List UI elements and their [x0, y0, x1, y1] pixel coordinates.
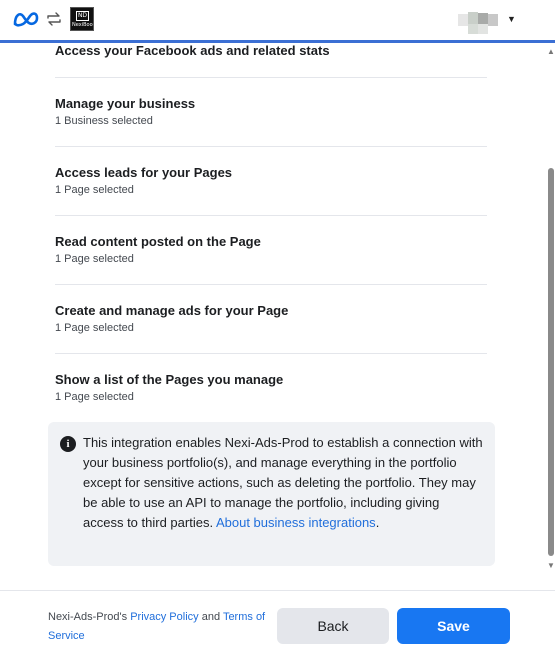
divider: [55, 284, 487, 285]
permission-item: Access leads for your Pages 1 Page selec…: [55, 165, 487, 196]
permission-item: Create and manage ads for your Page 1 Pa…: [55, 303, 487, 334]
permission-title: Access leads for your Pages: [55, 165, 233, 180]
permission-selection: 1 Page selected: [55, 253, 134, 265]
integration-notice: i This integration enables Nexi-Ads-Prod…: [48, 422, 495, 566]
permission-item: Show a list of the Pages you manage 1 Pa…: [55, 372, 487, 403]
divider: [55, 77, 487, 78]
app-logo-text: NexiBook: [72, 22, 94, 28]
permission-title: Access your Facebook ads and related sta…: [55, 43, 330, 58]
info-icon: i: [60, 436, 76, 452]
divider: [55, 215, 487, 216]
app-logo: ND NexiBook: [70, 7, 94, 31]
chevron-down-icon[interactable]: ▼: [507, 14, 516, 24]
permission-item: Manage your business 1 Business selected: [55, 96, 487, 127]
back-button[interactable]: Back: [277, 608, 389, 644]
legal-text: Nexi-Ads-Prod's Privacy Policy and Terms…: [48, 611, 266, 642]
scrollbar-thumb[interactable]: [548, 168, 554, 556]
avatar[interactable]: [458, 10, 504, 34]
divider: [55, 353, 487, 354]
notice-text: This integration enables Nexi-Ads-Prod t…: [83, 435, 483, 530]
about-business-integrations-link[interactable]: About business integrations: [216, 515, 376, 530]
footer-divider: [0, 590, 555, 591]
top-bar: ND NexiBook ▼: [0, 0, 555, 43]
permission-selection: 1 Business selected: [55, 115, 153, 127]
permission-selection: 1 Page selected: [55, 184, 134, 196]
scroll-down-arrow-icon[interactable]: ▼: [547, 561, 555, 570]
permission-item: Read content posted on the Page 1 Page s…: [55, 234, 487, 265]
save-button[interactable]: Save: [397, 608, 510, 644]
permission-title: Read content posted on the Page: [55, 234, 261, 249]
permissions-panel: Access your Facebook ads and related sta…: [0, 43, 545, 590]
sync-icon: [47, 12, 61, 26]
meta-logo-icon: [13, 12, 39, 27]
permission-title: Create and manage ads for your Page: [55, 303, 289, 318]
permission-title: Manage your business: [55, 96, 196, 111]
permission-selection: 1 Page selected: [55, 391, 134, 403]
privacy-policy-link[interactable]: Privacy Policy: [130, 611, 198, 623]
permission-title: Show a list of the Pages you manage: [55, 372, 284, 387]
permission-selection: 1 Page selected: [55, 322, 134, 334]
divider: [55, 146, 487, 147]
scroll-up-arrow-icon[interactable]: ▲: [547, 47, 555, 56]
permission-item: Access your Facebook ads and related sta…: [55, 43, 487, 58]
